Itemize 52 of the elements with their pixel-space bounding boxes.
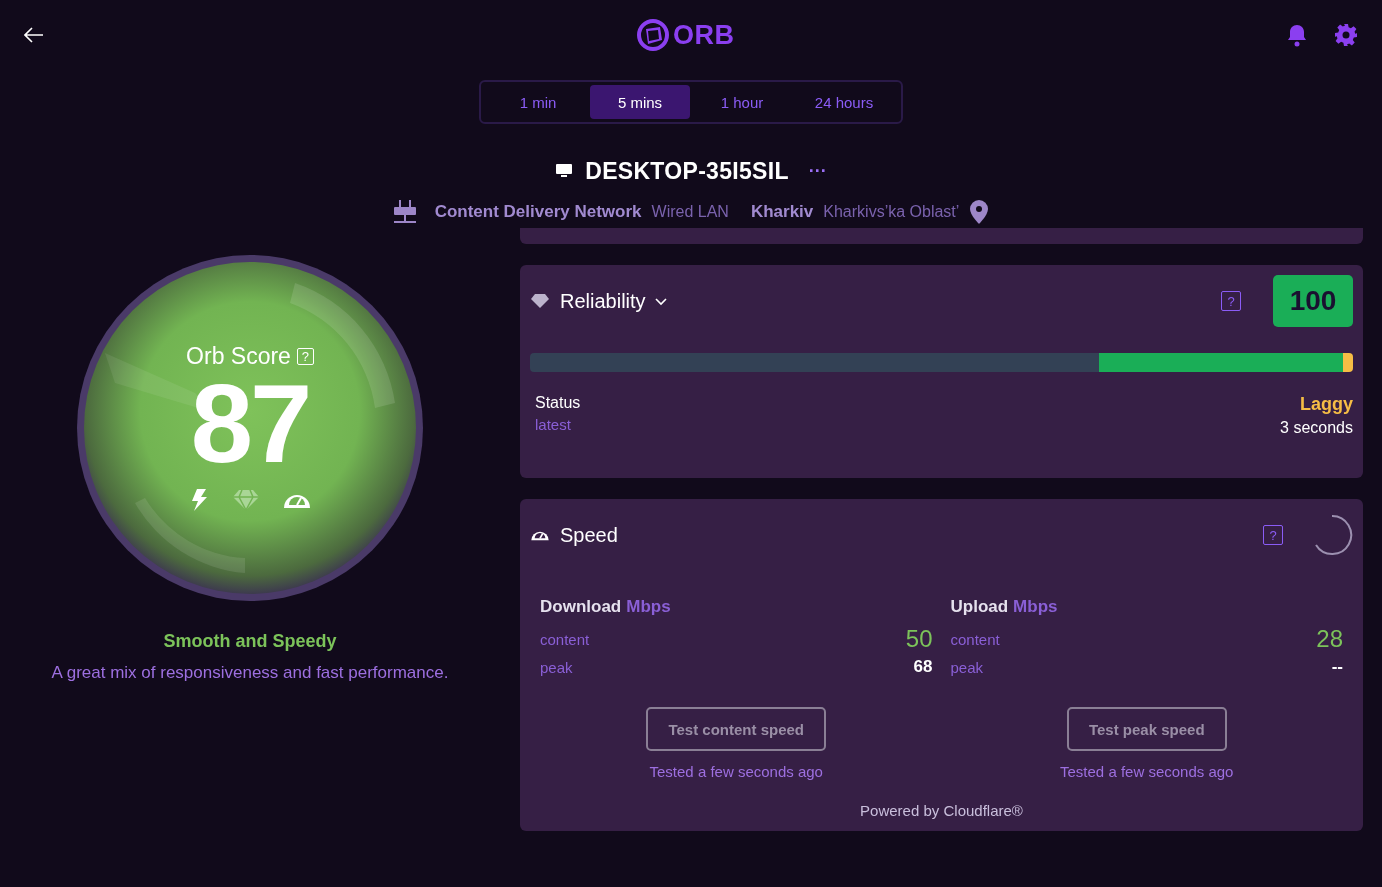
metric-label: content (540, 630, 590, 648)
location-pin-icon[interactable] (969, 199, 990, 225)
status-sublabel: latest (535, 416, 572, 433)
rating-text: Smooth and Speedy (163, 631, 337, 652)
unit-label: Mbps (1013, 597, 1058, 617)
time-range-tab[interactable]: 5 mins (590, 85, 690, 119)
router-icon (392, 199, 417, 225)
status-time: 3 seconds (1280, 419, 1353, 437)
test-speed-button[interactable]: Test content speed (646, 707, 827, 751)
settings-icon[interactable] (1334, 23, 1358, 47)
help-button[interactable]: ? (296, 348, 314, 365)
back-arrow-icon[interactable] (24, 27, 44, 43)
orb-score-title: Orb Score (186, 343, 291, 370)
metric-label: peak (540, 658, 573, 676)
metric-label: content (950, 630, 1000, 648)
metric-value: 50 (905, 625, 933, 653)
time-range-tab[interactable]: 1 min (488, 85, 588, 119)
diamond-icon (530, 293, 550, 309)
test-speed-button[interactable]: Test peak speed (1066, 707, 1227, 751)
network-name: Content Delivery Network (434, 202, 642, 222)
orb-score-value: 87 (190, 368, 310, 480)
metric-value: 68 (913, 657, 933, 677)
reliability-dropdown[interactable]: Reliability (560, 289, 668, 313)
rating-description: A great mix of responsiveness and fast performance. (51, 663, 449, 683)
reliability-score: 100 (1273, 275, 1353, 327)
metric-value: -- (1331, 657, 1343, 677)
logo-icon (636, 18, 670, 52)
logo-text: ORB (673, 19, 735, 51)
unit-label: Mbps (626, 597, 671, 617)
monitor-icon (555, 163, 574, 179)
help-button[interactable]: ? (1221, 291, 1241, 311)
powered-by-text: Powered by Cloudflare® (859, 802, 1024, 819)
more-button[interactable]: ··· (800, 160, 827, 182)
time-range-tab[interactable]: 24 hours (794, 85, 894, 119)
status-label: Status (535, 394, 581, 412)
region-name: Kharkivs’ka Oblast’ (823, 203, 960, 221)
device-name: DESKTOP-35I5SIL (585, 157, 789, 185)
help-button[interactable]: ? (1263, 525, 1283, 545)
chevron-down-icon (653, 296, 668, 306)
connection-type: Wired LAN (651, 203, 729, 221)
metric-label: peak (950, 658, 984, 676)
diamond-icon (232, 489, 260, 511)
last-tested-text: Tested a few seconds ago (1060, 763, 1234, 780)
city-name: Kharkiv (750, 202, 814, 222)
speed-heading: Download (540, 597, 622, 617)
speed-heading: Upload (950, 597, 1009, 617)
time-range-tab[interactable]: 1 hour (692, 85, 792, 119)
speed-title: Speed (560, 523, 618, 547)
last-tested-text: Tested a few seconds ago (649, 763, 823, 780)
metric-value: 28 (1316, 625, 1343, 653)
status-value: Laggy (1300, 394, 1353, 415)
bell-icon[interactable] (1286, 23, 1308, 47)
